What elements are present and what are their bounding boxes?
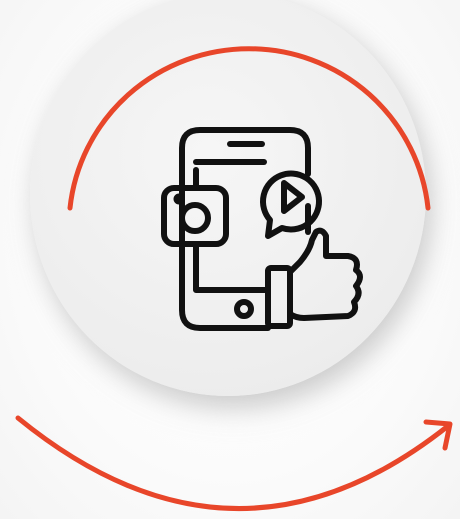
camera-icon [161, 185, 229, 247]
thumbs-up-icon [265, 227, 363, 329]
social-media-illustration [0, 0, 460, 519]
social-media-phone-icon [161, 127, 363, 331]
illustration-svg [15, 46, 453, 512]
bottom-arrow-arc [15, 415, 451, 512]
